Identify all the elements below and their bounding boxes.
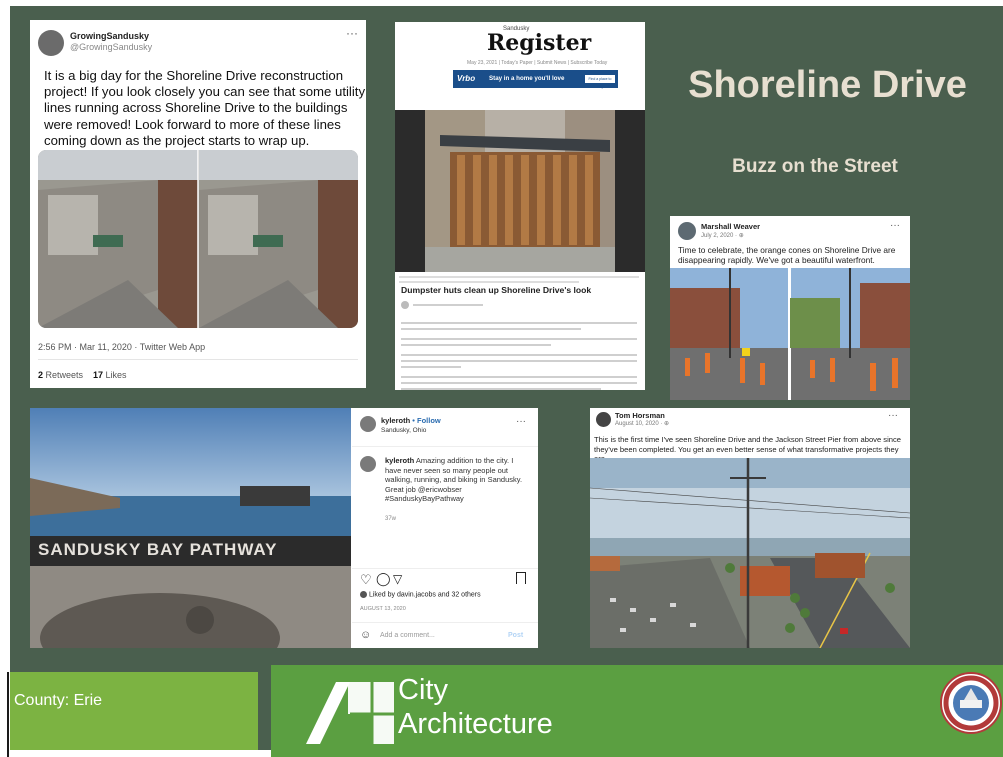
weaver-text: Time to celebrate, the orange cones on S… <box>678 245 896 265</box>
tweet-timestamp[interactable]: 2:56 PM · Mar 11, 2020 · Twitter Web App <box>38 342 205 352</box>
ig-caption-user[interactable]: kyleroth <box>385 456 414 465</box>
weaver-photos[interactable] <box>670 268 910 400</box>
county-bar <box>10 672 258 750</box>
city-architecture-logo: City Architecture <box>300 670 600 750</box>
tweet-photo[interactable] <box>38 150 358 328</box>
pathway-sign-text: SANDUSKY BAY PATHWAY <box>38 540 278 559</box>
facebook-post-weaver: Marshall Weaver July 2, 2020 · ⊕ ··· Tim… <box>670 216 910 400</box>
logo-text-architecture: Architecture <box>398 708 553 740</box>
heart-icon[interactable]: ♡ <box>360 572 372 588</box>
tweet-divider <box>38 359 358 360</box>
ig-header-divider <box>352 446 538 447</box>
ig-follow-link[interactable]: • Follow <box>412 416 440 425</box>
vrbo-logo: Vrbo <box>457 74 476 83</box>
share-icon[interactable]: ▽ <box>393 572 402 586</box>
liked-by-text[interactable]: Liked by davin.jacobs and 32 others <box>369 591 481 598</box>
street-photo-pair <box>38 150 358 328</box>
caption-line <box>399 276 639 278</box>
dumpster-hut-photo[interactable] <box>395 110 645 272</box>
tweet-menu-icon[interactable]: ··· <box>346 26 358 40</box>
ig-username[interactable]: kyleroth • Follow <box>381 416 441 425</box>
ig-comment-input[interactable]: Add a comment... <box>380 632 435 639</box>
byline-text <box>413 304 483 306</box>
ig-post-button[interactable]: Post <box>508 632 523 639</box>
horsman-photo[interactable] <box>590 458 910 648</box>
city-architecture-logo-mark <box>306 682 394 744</box>
sandusky-bay-pathway-photo <box>30 408 351 648</box>
ig-caption-avatar[interactable] <box>360 456 376 472</box>
retweet-count: 2 <box>38 370 44 380</box>
weaver-menu-icon[interactable]: ··· <box>890 220 900 231</box>
horsman-menu-icon[interactable]: ··· <box>888 410 898 421</box>
ig-menu-icon[interactable]: ··· <box>516 416 526 427</box>
instagram-photo[interactable]: SANDUSKY BAY PATHWAY <box>30 408 351 648</box>
article-body-lines <box>401 322 639 390</box>
register-article-card: Sandusky Register May 23, 2021 | Today's… <box>395 22 645 390</box>
slide-title: Shoreline Drive <box>688 64 967 106</box>
bookmark-icon[interactable] <box>516 572 526 584</box>
ig-avatar[interactable] <box>360 416 376 432</box>
article-headline[interactable]: Dumpster huts clean up Shoreline Drive's… <box>401 285 641 295</box>
like-count: 17 <box>93 370 104 380</box>
tweet-card: GrowingSandusky @GrowingSandusky ··· It … <box>30 20 366 388</box>
weaver-name[interactable]: Marshall Weaver <box>701 222 760 231</box>
weaver-date[interactable]: July 2, 2020 · ⊕ <box>701 232 744 239</box>
byline-avatar <box>401 301 409 309</box>
retweet-label: Retweets <box>45 370 84 380</box>
ig-caption: kyleroth Amazing addition to the city. I… <box>385 456 530 504</box>
vrbo-ad-text: Stay in a home you'll love <box>489 75 565 82</box>
ig-liked-by: Liked by davin.jacobs and 32 others <box>360 591 481 598</box>
horsman-name[interactable]: Tom Horsman <box>615 411 665 420</box>
tweet-handle[interactable]: @GrowingSandusky <box>70 42 152 52</box>
ig-post-age: 37w <box>385 516 397 522</box>
aerial-shoreline-photo <box>590 458 910 648</box>
logo-text-city: City <box>398 674 448 706</box>
caption-line <box>399 281 579 283</box>
slide-subtitle: Buzz on the Street <box>732 156 898 177</box>
city-seal-emblem <box>943 675 999 731</box>
ig-username-text: kyleroth <box>381 416 411 425</box>
smiley-icon[interactable]: ☺ <box>360 629 371 641</box>
comment-icon[interactable]: ◯ <box>376 571 391 587</box>
horsman-avatar[interactable] <box>596 412 611 427</box>
ig-location[interactable]: Sandusky, Ohio <box>381 427 426 434</box>
ig-post-date: AUGUST 13, 2020 <box>360 606 406 612</box>
vrbo-ad-banner[interactable]: Vrbo Stay in a home you'll love Find a p… <box>453 70 618 89</box>
like-label: Likes <box>105 370 127 380</box>
facebook-post-horsman: Tom Horsman August 10, 2020 · ⊕ ··· This… <box>590 408 910 648</box>
tweet-text: It is a big day for the Shoreline Drive … <box>44 68 366 148</box>
horsman-date[interactable]: August 10, 2020 · ⊕ <box>615 420 669 427</box>
vrbo-ad-button[interactable]: Find a place to stay <box>585 75 615 89</box>
city-seal <box>940 672 1002 734</box>
footer-black-line <box>7 672 9 757</box>
tweet-avatar[interactable] <box>38 30 64 56</box>
cones-photos <box>670 268 910 400</box>
tweet-likes[interactable]: 17 Likes <box>93 370 127 380</box>
tweet-retweets[interactable]: 2 Retweets <box>38 370 83 380</box>
instagram-post: SANDUSKY BAY PATHWAY kyleroth • Follow S… <box>30 408 538 648</box>
tweet-username[interactable]: GrowingSandusky <box>70 31 149 41</box>
ig-comment-divider <box>352 622 538 623</box>
dumpster-hut-image <box>395 110 645 272</box>
register-nav[interactable]: May 23, 2021 | Today's Paper | Submit Ne… <box>467 60 607 66</box>
weaver-avatar[interactable] <box>678 222 696 240</box>
register-logo[interactable]: Register <box>487 30 591 56</box>
ig-actions-divider <box>352 568 538 569</box>
county-label: County: Erie <box>14 692 103 709</box>
liked-by-avatar <box>360 591 367 598</box>
